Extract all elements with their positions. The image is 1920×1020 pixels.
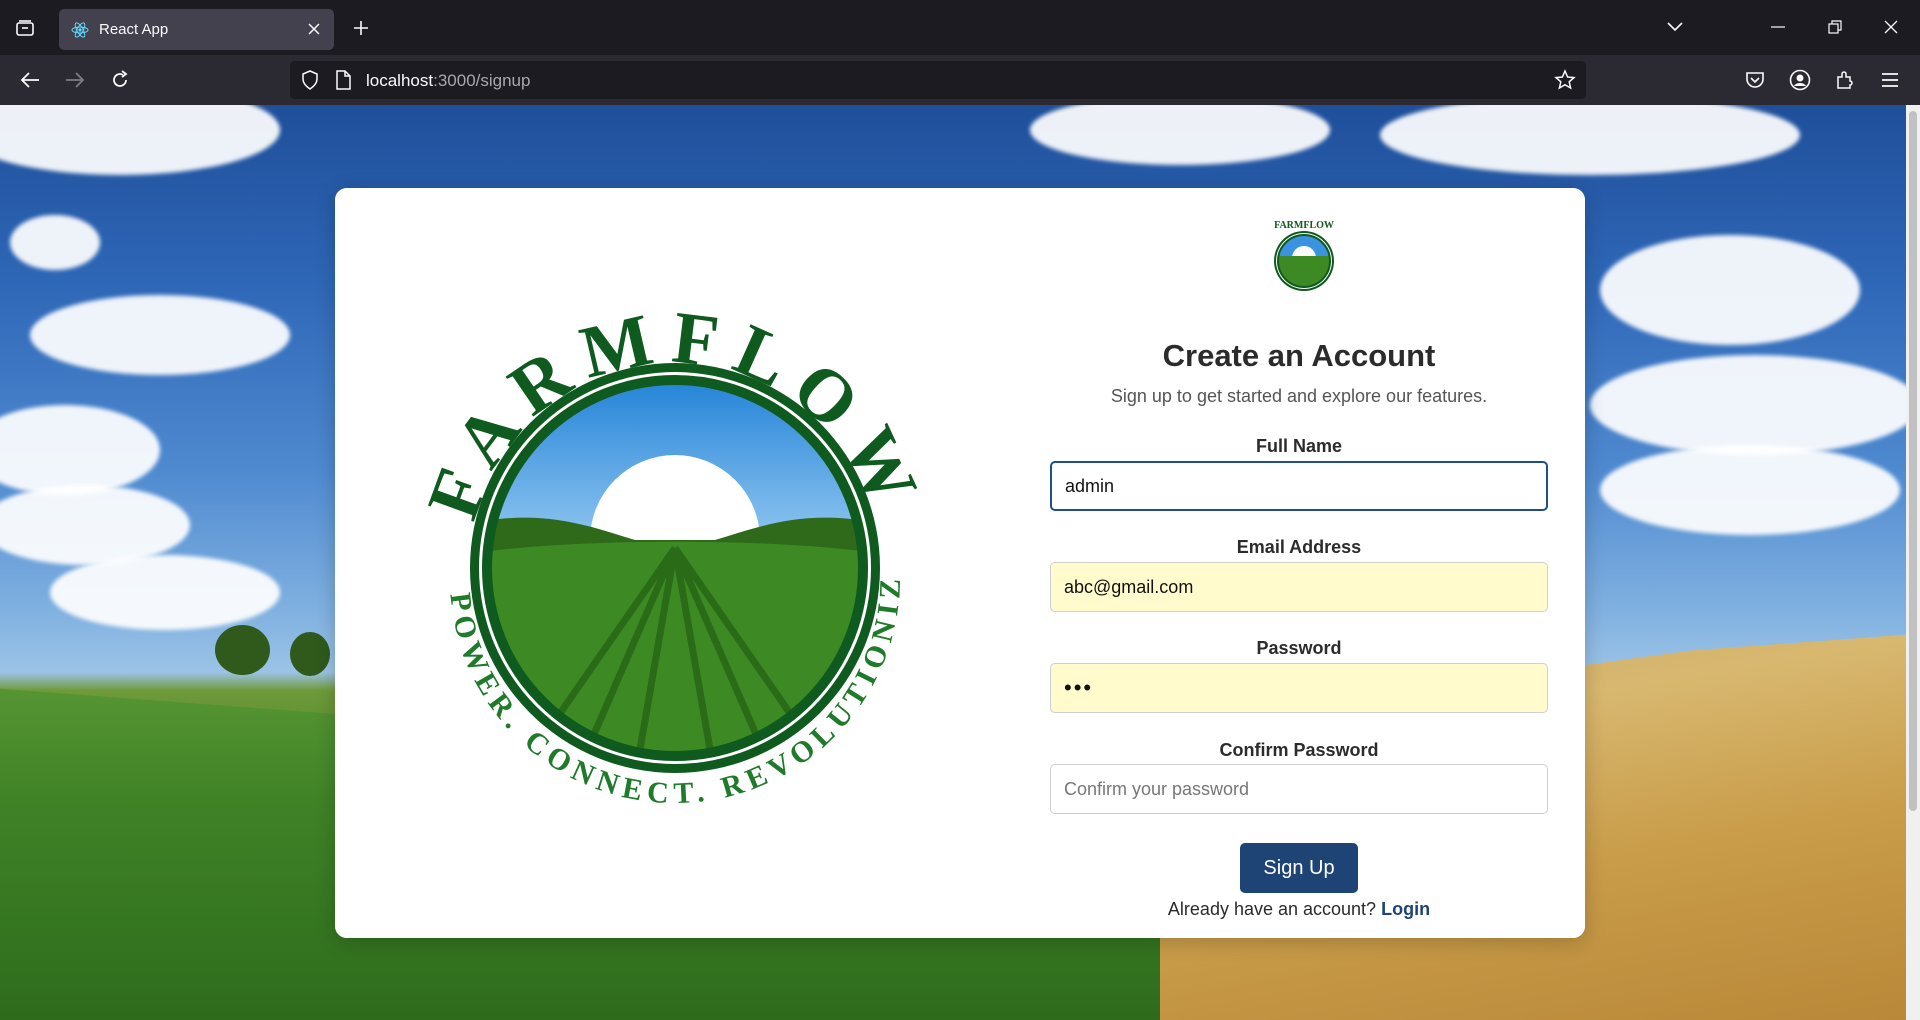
cloud — [30, 295, 290, 375]
scrollbar-thumb[interactable] — [1909, 111, 1917, 811]
page-viewport: FARMFLOW EMPOWER. CONNECT. REVOLUTIONIZE… — [0, 105, 1920, 1020]
restore-icon[interactable] — [1820, 12, 1850, 42]
react-favicon-icon — [71, 21, 89, 39]
chevron-down-icon[interactable] — [1660, 12, 1690, 42]
tab-bar: React App — [0, 0, 1920, 55]
cloud — [1590, 355, 1920, 455]
tab-title: React App — [99, 21, 169, 38]
sign-up-button[interactable]: Sign Up — [1240, 843, 1358, 893]
confirm-password-placeholder: Confirm your password — [1064, 778, 1250, 799]
confirm-password-label: Confirm Password — [1219, 740, 1379, 760]
full-name-value: admin — [1065, 475, 1115, 496]
navigation-bar: localhost:3000/signup — [0, 55, 1920, 105]
extensions-icon[interactable] — [1830, 65, 1860, 95]
cloud — [10, 215, 100, 270]
login-link[interactable]: Login — [1381, 899, 1430, 919]
cloud — [50, 555, 280, 630]
password-label: Password — [1256, 638, 1342, 658]
plus-icon[interactable] — [347, 14, 375, 42]
email-label: Email Address — [1236, 537, 1362, 557]
close-icon[interactable] — [304, 19, 324, 39]
farmflow-logo: FARMFLOW EMPOWER. CONNECT. REVOLUTIONIZE… — [395, 278, 925, 810]
reload-icon[interactable] — [105, 65, 135, 95]
signup-card: FARMFLOW EMPOWER. CONNECT. REVOLUTIONIZE… — [335, 188, 1585, 938]
menu-icon[interactable] — [1875, 65, 1905, 95]
page-title: Create an Account — [1162, 338, 1436, 373]
account-icon[interactable] — [1785, 65, 1815, 95]
tab-list-icon[interactable] — [10, 14, 40, 42]
browser-tab[interactable]: React App — [59, 9, 334, 50]
back-icon[interactable] — [15, 65, 45, 95]
shield-icon[interactable] — [300, 70, 320, 90]
small-logo-box: FARMFLOW — [1241, 206, 1367, 316]
cloud — [0, 405, 160, 495]
password-value: ••• — [1064, 675, 1094, 700]
tree — [215, 625, 270, 675]
star-icon[interactable] — [1554, 69, 1576, 91]
minimize-icon[interactable] — [1763, 12, 1793, 42]
farmflow-small-logo: FARMFLOW — [1274, 220, 1334, 291]
cloud — [0, 105, 280, 175]
email-input[interactable]: abc@gmail.com — [1050, 562, 1548, 612]
page-subtitle: Sign up to get started and explore our f… — [1110, 386, 1488, 406]
confirm-password-input[interactable]: Confirm your password — [1050, 764, 1548, 814]
logo-panel: FARMFLOW EMPOWER. CONNECT. REVOLUTIONIZE… — [335, 188, 1013, 938]
email-value: abc@gmail.com — [1064, 576, 1194, 597]
url-text[interactable]: localhost:3000/signup — [366, 71, 530, 91]
full-name-input[interactable]: admin — [1050, 461, 1548, 511]
login-prompt-text: Already have an account? — [1167, 899, 1377, 919]
login-prompt: Already have an account? Login — [1013, 899, 1585, 920]
svg-text:FARMFLOW: FARMFLOW — [1274, 220, 1334, 231]
full-name-label: Full Name — [1255, 436, 1343, 456]
tree — [290, 632, 330, 676]
page-icon[interactable] — [334, 70, 354, 90]
forward-icon[interactable] — [60, 65, 90, 95]
cloud — [1030, 105, 1330, 165]
cloud — [1380, 105, 1800, 175]
form-panel: FARMFLOW Create an Account Sign up to ge… — [1013, 188, 1585, 938]
close-window-icon[interactable] — [1876, 12, 1906, 42]
pocket-icon[interactable] — [1740, 65, 1770, 95]
cloud — [0, 485, 190, 565]
password-input[interactable]: ••• — [1050, 663, 1548, 713]
cloud — [1600, 235, 1860, 345]
url-bar[interactable]: localhost:3000/signup — [290, 61, 1586, 99]
scrollbar[interactable] — [1906, 105, 1920, 1020]
cloud — [1600, 445, 1900, 535]
